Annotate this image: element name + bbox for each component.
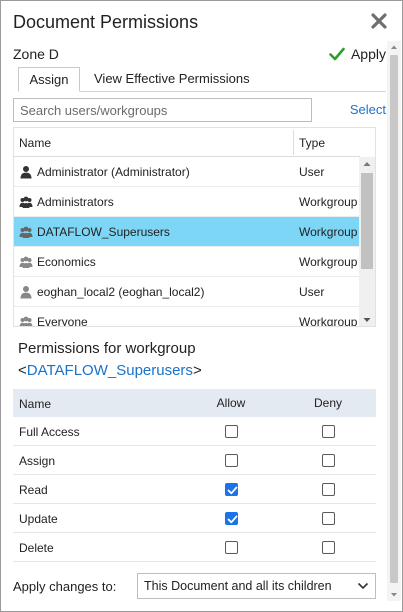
scroll-up-button[interactable] [359, 157, 375, 171]
permission-row: Update [13, 504, 376, 533]
deny-checkbox[interactable] [322, 483, 335, 496]
perm-column-deny-label: Deny [313, 396, 343, 410]
checkmark-icon [329, 47, 345, 61]
search-input[interactable] [13, 98, 312, 122]
workgroup-icon [19, 316, 33, 326]
scrollbar-thumb[interactable] [361, 173, 373, 269]
tab-view-effective-permissions[interactable]: View Effective Permissions [84, 67, 260, 92]
principal-row[interactable]: Everyone Workgroup [14, 307, 360, 327]
close-icon [371, 13, 387, 29]
apply-to-row: Apply changes to: This Document and all … [13, 573, 376, 599]
principals-grid: Name Type Administrator (Administrator) … [13, 127, 376, 327]
principal-name: Everyone [37, 315, 88, 327]
principal-type: Workgroup [299, 195, 358, 209]
apply-label: Apply [350, 46, 386, 62]
workgroup-icon [19, 196, 33, 208]
allow-checkbox-checked[interactable] [225, 483, 238, 496]
permissions-target: <DATAFLOW_Superusers> [18, 361, 202, 381]
user-icon [20, 166, 32, 179]
user-icon [20, 286, 32, 299]
permissions-table-header: Name Allow Deny [13, 389, 376, 417]
principals-scrollbar[interactable] [359, 157, 375, 326]
principal-name: DATAFLOW_Superusers [37, 225, 170, 239]
close-button[interactable] [370, 12, 388, 30]
zone-row: Zone D Apply [13, 44, 386, 64]
column-header-type[interactable]: Type [299, 136, 325, 150]
permission-name: Update [19, 512, 58, 526]
apply-to-label: Apply changes to: [13, 579, 117, 594]
principal-type: User [299, 165, 325, 179]
allow-checkbox[interactable] [225, 541, 238, 554]
allow-checkbox[interactable] [225, 454, 238, 467]
column-header-name[interactable]: Name [19, 136, 51, 150]
permission-name: Delete [19, 541, 54, 555]
perm-column-allow-label: Allow [216, 396, 246, 410]
caret-up-icon [363, 162, 371, 166]
workgroup-icon [19, 256, 33, 268]
target-open-bracket: < [18, 362, 27, 379]
dialog-scrollbar-thumb[interactable] [390, 55, 398, 583]
principal-name: eoghan_local2 (eoghan_local2) [37, 285, 205, 299]
principals-grid-header: Name Type [14, 128, 360, 157]
scroll-down-button[interactable] [359, 313, 375, 326]
principal-type: Workgroup [299, 255, 358, 269]
permission-name: Assign [19, 454, 56, 468]
dialog-title: Document Permissions [13, 12, 199, 32]
target-close-bracket: > [192, 362, 202, 379]
principal-type: Workgroup [299, 225, 358, 239]
principal-row[interactable]: Economics Workgroup [14, 247, 360, 277]
check-icon [227, 515, 238, 524]
permission-row: Assign [13, 446, 376, 475]
principal-type: User [299, 285, 325, 299]
permission-name: Read [19, 483, 48, 497]
caret-down-icon [391, 593, 397, 597]
deny-checkbox[interactable] [322, 425, 335, 438]
title-bar: Document Permissions [13, 10, 390, 36]
principal-name: Administrators [37, 195, 114, 209]
apply-to-dropdown[interactable]: This Document and all its children [137, 573, 376, 599]
principal-row[interactable]: Administrator (Administrator) User [14, 157, 360, 187]
permissions-table: Name Allow Deny Full Access Assign Read … [13, 389, 376, 562]
principal-type: Workgroup [299, 315, 358, 327]
principal-row-selected[interactable]: DATAFLOW_Superusers Workgroup [14, 217, 360, 247]
permission-row: Read [13, 475, 376, 504]
principal-row[interactable]: Administrators Workgroup [14, 187, 360, 217]
allow-checkbox-checked[interactable] [225, 512, 238, 525]
chevron-down-icon [357, 582, 369, 590]
perm-column-name: Name [19, 397, 52, 411]
apply-button[interactable]: Apply [329, 44, 386, 64]
deny-checkbox[interactable] [322, 512, 335, 525]
tab-bar: Assign View Effective Permissions [18, 67, 386, 92]
tab-assign[interactable]: Assign [18, 67, 80, 92]
workgroup-link[interactable]: DATAFLOW_Superusers [27, 362, 193, 379]
apply-to-selected-value: This Document and all its children [144, 579, 332, 593]
allow-checkbox[interactable] [225, 425, 238, 438]
workgroup-icon [19, 226, 33, 238]
deny-checkbox[interactable] [322, 454, 335, 467]
column-separator[interactable] [293, 130, 294, 155]
permission-row: Delete [13, 533, 376, 562]
caret-down-icon [363, 318, 371, 322]
select-link[interactable]: Select [350, 102, 386, 117]
permission-row: Full Access [13, 417, 376, 446]
principal-row[interactable]: eoghan_local2 (eoghan_local2) User [14, 277, 360, 307]
caret-up-icon [391, 45, 397, 49]
permissions-heading: Permissions for workgroup [18, 340, 196, 357]
search-row: Select [13, 98, 386, 122]
principal-name: Administrator (Administrator) [37, 165, 190, 179]
check-icon [227, 486, 238, 495]
deny-checkbox[interactable] [322, 541, 335, 554]
document-permissions-dialog: Document Permissions Zone D Apply Assign… [0, 0, 403, 612]
principals-grid-body: Administrator (Administrator) User Admin… [14, 157, 360, 327]
principal-name: Economics [37, 255, 96, 269]
permission-name: Full Access [19, 425, 80, 439]
dialog-scroll-down[interactable] [387, 589, 401, 601]
dialog-scroll-up[interactable] [387, 41, 401, 53]
dialog-scrollbar[interactable] [387, 41, 401, 601]
